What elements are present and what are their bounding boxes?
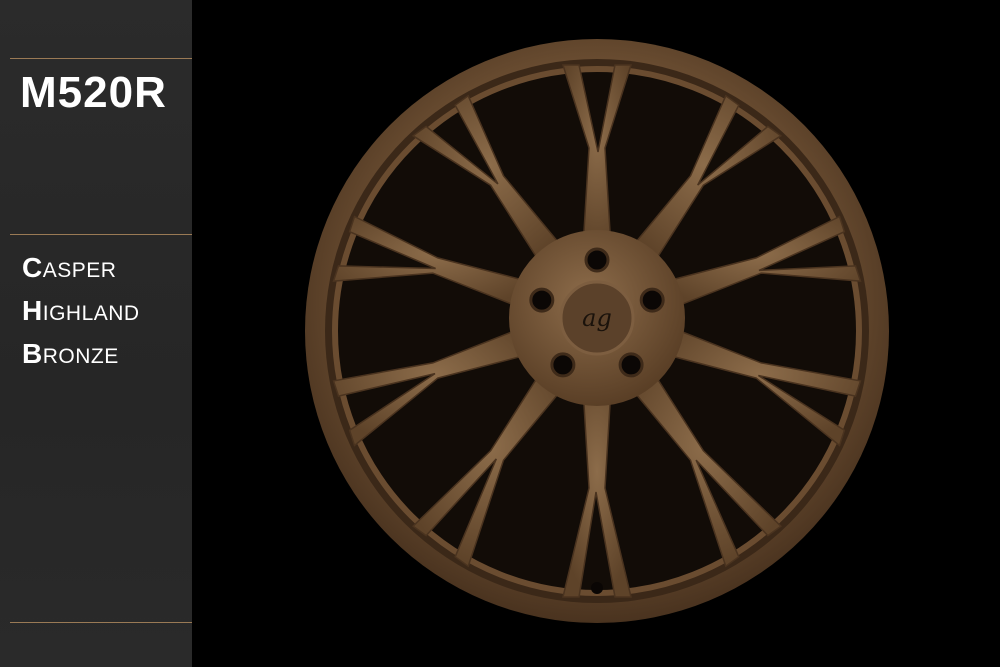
lug-hole (550, 352, 576, 378)
finish-word-1: Casper (22, 252, 117, 283)
lug-hole (584, 247, 610, 273)
finish-word-3: Bronze (22, 338, 119, 369)
center-cap-logo: ag (582, 304, 612, 332)
sidebar-panel: M520R Casper Highland Bronze (0, 0, 192, 667)
wheel: ag (305, 39, 889, 623)
bottom-divider (10, 622, 192, 623)
finish-word-2: Highland (22, 295, 140, 326)
top-divider (10, 58, 192, 59)
lug-hole (618, 352, 644, 378)
lug-hole (529, 287, 555, 313)
finish-name: Casper Highland Bronze (22, 246, 140, 375)
product-photo: ag (192, 0, 1000, 667)
wheel-image: ag (305, 39, 889, 623)
middle-divider (10, 234, 192, 235)
valve-hole (591, 582, 603, 594)
lug-hole (639, 287, 665, 313)
model-name: M520R (20, 68, 167, 117)
